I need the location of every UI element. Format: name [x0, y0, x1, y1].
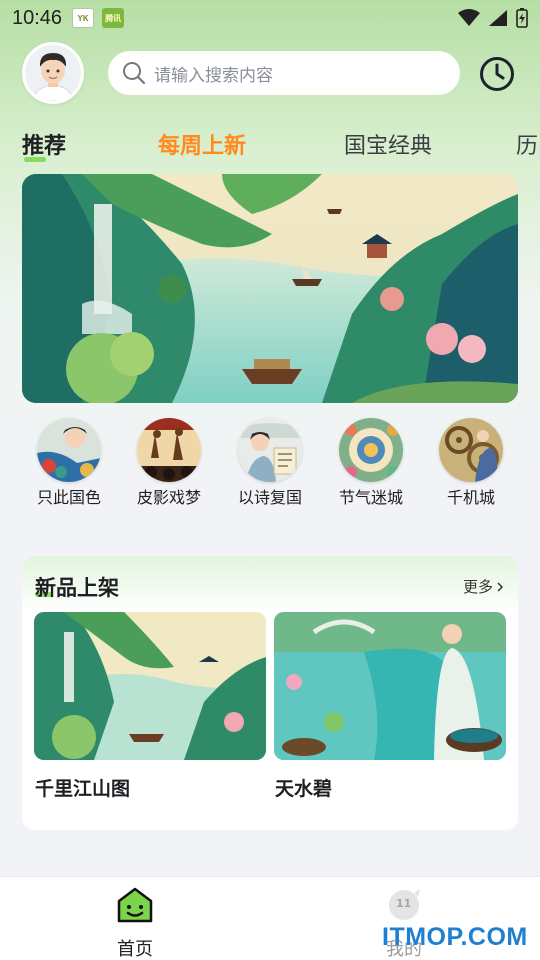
category-label: 皮影戏梦 [136, 488, 201, 507]
category-shortcuts: 只此国色 皮影戏梦 以诗复国 节气迷城 千机城 [0, 418, 540, 508]
watermark-text: ITMOP.COM [382, 923, 528, 951]
product-name: 天水碧 [275, 778, 333, 800]
poetry-scroll-icon [238, 418, 302, 482]
category-item[interactable]: 以诗复国 [220, 418, 320, 508]
shadow-puppet-icon [137, 418, 201, 482]
status-bar: 10:46 YK 腾讯 [0, 0, 540, 36]
category-item[interactable]: 皮影戏梦 [119, 418, 219, 508]
featured-banner[interactable] [22, 174, 518, 403]
history-button[interactable] [478, 55, 516, 93]
category-label: 千机城 [446, 488, 495, 507]
tab-history[interactable]: 历 [516, 128, 538, 160]
status-time: 10:46 [12, 6, 63, 29]
signal-icon [489, 10, 507, 26]
chevron-right-icon [497, 581, 504, 592]
avatar[interactable] [22, 42, 84, 104]
product-card[interactable]: 天水碧 [274, 612, 506, 801]
nav-home[interactable]: 首页 [95, 885, 175, 960]
paint-colors-icon [37, 418, 101, 482]
search-input[interactable]: 请输入搜索内容 [108, 51, 460, 95]
product-thumbnail [34, 612, 266, 760]
tab-national-treasure[interactable]: 国宝经典 [344, 128, 432, 160]
category-item[interactable]: 节气迷城 [321, 418, 421, 508]
home-icon [115, 885, 155, 925]
tab-recommend[interactable]: 推荐 [22, 128, 66, 160]
solar-terms-maze-icon [339, 418, 403, 482]
category-tabs: 推荐 每周上新 国宝经典 历 [22, 128, 540, 168]
new-products-section: 新品上架 更多 千里江山图 天水碧 [22, 556, 518, 830]
section-title: 新品上架 [35, 576, 119, 600]
landscape-painting-image [22, 174, 518, 403]
tab-weekly-new[interactable]: 每周上新 [158, 128, 246, 160]
machine-city-icon [439, 418, 503, 482]
category-label: 只此国色 [36, 488, 101, 507]
clock-icon [480, 57, 514, 91]
product-thumbnail [274, 612, 506, 760]
yk-app-icon: YK [72, 8, 95, 28]
battery-icon [516, 8, 528, 28]
more-link[interactable]: 更多 [463, 576, 504, 597]
category-item[interactable]: 只此国色 [19, 418, 119, 508]
notification-app-icon: 腾讯 [102, 8, 125, 28]
landscape-scroll-image [34, 612, 266, 760]
nav-label: 首页 [117, 939, 153, 960]
category-label: 节气迷城 [338, 488, 403, 507]
product-name: 千里江山图 [35, 778, 131, 800]
search-placeholder: 请输入搜索内容 [154, 65, 273, 86]
search-icon [123, 62, 146, 85]
more-label: 更多 [462, 578, 493, 596]
product-card[interactable]: 千里江山图 [34, 612, 266, 801]
wifi-icon [458, 9, 480, 26]
category-label: 以诗复国 [237, 488, 302, 507]
avatar-image-icon [25, 45, 81, 101]
profile-badge: 11 [396, 897, 412, 910]
category-item[interactable]: 千机城 [421, 418, 521, 508]
silk-dyeing-image [274, 612, 506, 760]
